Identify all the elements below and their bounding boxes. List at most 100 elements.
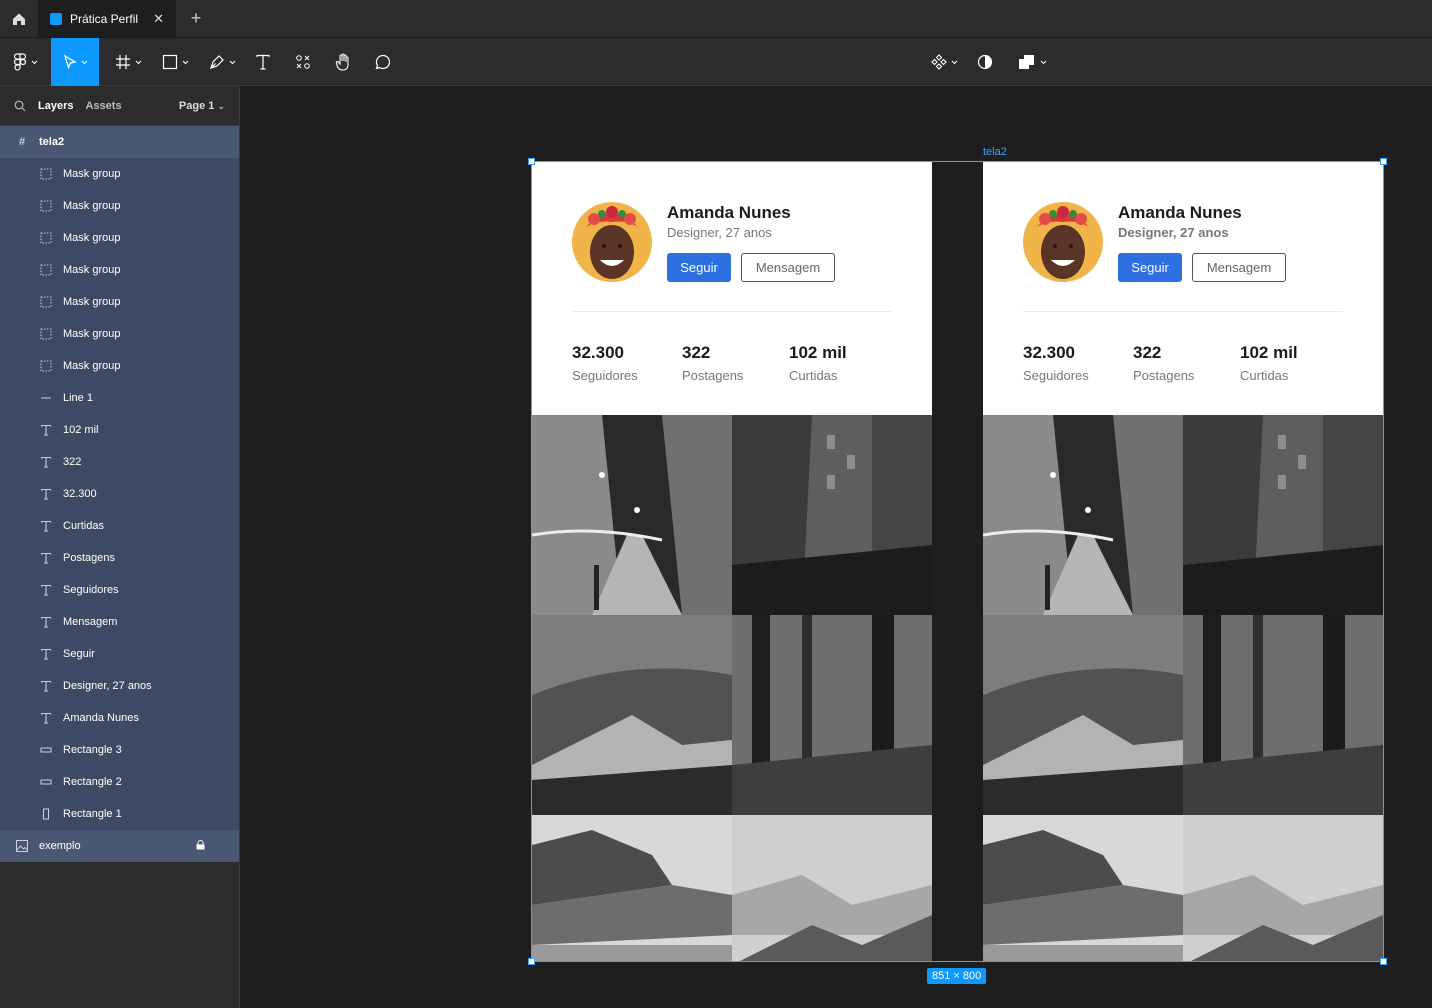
mask-layer-icon: [38, 230, 54, 246]
text-layer-icon: [38, 422, 54, 438]
mask-layer-icon: [38, 198, 54, 214]
home-icon[interactable]: [0, 0, 38, 37]
resize-handle-tl[interactable]: [528, 158, 535, 165]
text-tool[interactable]: [250, 38, 276, 86]
layer-item[interactable]: Postagens: [0, 542, 239, 574]
toolbar: [0, 38, 1432, 86]
components-button[interactable]: [924, 38, 964, 86]
hand-tool[interactable]: [330, 38, 356, 86]
figma-logo-icon: [13, 53, 26, 71]
selection-box: [531, 161, 1384, 962]
layer-item[interactable]: Mask group: [0, 222, 239, 254]
layer-frame-exemplo[interactable]: exemplo: [0, 830, 239, 862]
lock-icon[interactable]: [196, 839, 205, 853]
text-layer-icon: [38, 710, 54, 726]
page-label: Page 1: [178, 99, 215, 112]
tab-pratica-perfil[interactable]: Prática Perfil ✕: [38, 0, 176, 37]
layer-label: Rectangle 3: [63, 744, 122, 756]
frame-label[interactable]: tela2: [983, 146, 1007, 158]
page-selector[interactable]: Page 1 ⌄: [179, 100, 225, 112]
mask-layer-icon: [38, 294, 54, 310]
comment-icon: [375, 54, 391, 70]
tab-assets[interactable]: Assets: [85, 100, 121, 112]
contrast-button[interactable]: [972, 38, 998, 86]
layer-item[interactable]: Mask group: [0, 254, 239, 286]
line-layer-icon: [38, 390, 54, 406]
layer-item[interactable]: Curtidas: [0, 510, 239, 542]
layer-label: 102 mil: [63, 424, 99, 436]
close-icon[interactable]: ✕: [153, 11, 164, 27]
layer-label: Mask group: [63, 360, 121, 372]
layer-item[interactable]: Rectangle 1: [0, 798, 239, 830]
mask-layer-icon: [38, 262, 54, 278]
image-icon: [14, 838, 30, 854]
layer-label: Seguir: [63, 648, 95, 660]
shape-tool[interactable]: [155, 38, 195, 86]
rect-tall-layer-icon: [38, 806, 54, 822]
layer-item[interactable]: 102 mil: [0, 414, 239, 446]
boolean-button[interactable]: [1012, 38, 1052, 86]
main-menu-button[interactable]: [0, 38, 50, 86]
mask-layer-icon: [38, 326, 54, 342]
resize-handle-tr[interactable]: [1380, 158, 1387, 165]
chevron-down-icon: ⌄: [217, 100, 225, 111]
layer-item[interactable]: Mask group: [0, 158, 239, 190]
contrast-icon: [977, 54, 993, 70]
size-badge: 851 × 800: [927, 968, 987, 984]
layer-label: Seguidores: [63, 584, 119, 596]
layer-label: Rectangle 2: [63, 776, 122, 788]
text-layer-icon: [38, 486, 54, 502]
rectangle-icon: [162, 54, 177, 70]
layer-item[interactable]: Mask group: [0, 318, 239, 350]
layer-item[interactable]: Seguir: [0, 638, 239, 670]
layer-item[interactable]: Seguidores: [0, 574, 239, 606]
canvas[interactable]: tela2 Amanda Nunes Designer, 27 anos Segui…: [240, 86, 1432, 1008]
layer-label: 32.300: [63, 488, 97, 500]
layer-label: Mask group: [63, 200, 121, 212]
resources-icon: [296, 55, 310, 69]
layer-item[interactable]: Mask group: [0, 350, 239, 382]
tab-bar: Prática Perfil ✕ +: [0, 0, 1432, 38]
search-icon[interactable]: [14, 100, 26, 112]
resize-handle-br[interactable]: [1380, 958, 1387, 965]
text-layer-icon: [38, 582, 54, 598]
layer-label: Amanda Nunes: [63, 712, 139, 724]
layer-frame-tela2[interactable]: # tela2: [0, 126, 239, 158]
layer-label: Mask group: [63, 168, 121, 180]
layer-item[interactable]: Rectangle 3: [0, 734, 239, 766]
layer-item[interactable]: 32.300: [0, 478, 239, 510]
tab-title: Prática Perfil: [70, 11, 139, 26]
text-layer-icon: [38, 614, 54, 630]
layer-children: Mask group Mask group Mask group Mask group…: [0, 158, 239, 830]
move-tool[interactable]: [51, 38, 99, 86]
tab-layers[interactable]: Layers: [38, 100, 73, 112]
text-layer-icon: [38, 518, 54, 534]
layer-item[interactable]: Amanda Nunes: [0, 702, 239, 734]
layer-label: Rectangle 1: [63, 808, 122, 820]
layer-label: Postagens: [63, 552, 115, 564]
pen-tool[interactable]: [202, 38, 242, 86]
layer-item[interactable]: 322: [0, 446, 239, 478]
new-tab-button[interactable]: +: [176, 0, 216, 37]
layer-label: Mask group: [63, 264, 121, 276]
mask-layer-icon: [38, 358, 54, 374]
layer-label: Designer, 27 anos: [63, 680, 152, 692]
layer-item[interactable]: Mask group: [0, 286, 239, 318]
comment-tool[interactable]: [370, 38, 396, 86]
text-layer-icon: [38, 550, 54, 566]
pen-icon: [209, 55, 224, 69]
layer-item[interactable]: Rectangle 2: [0, 766, 239, 798]
layer-label: Mensagem: [63, 616, 118, 628]
layer-item[interactable]: Line 1: [0, 382, 239, 414]
text-layer-icon: [38, 454, 54, 470]
frame-tool[interactable]: [108, 38, 148, 86]
layer-item[interactable]: Mensagem: [0, 606, 239, 638]
resources-tool[interactable]: [290, 38, 316, 86]
rect-layer-icon: [38, 774, 54, 790]
resize-handle-bl[interactable]: [528, 958, 535, 965]
layer-label: 322: [63, 456, 82, 468]
layer-label: tela2: [39, 136, 65, 148]
cursor-icon: [63, 55, 77, 69]
layer-item[interactable]: Mask group: [0, 190, 239, 222]
layer-item[interactable]: Designer, 27 anos: [0, 670, 239, 702]
